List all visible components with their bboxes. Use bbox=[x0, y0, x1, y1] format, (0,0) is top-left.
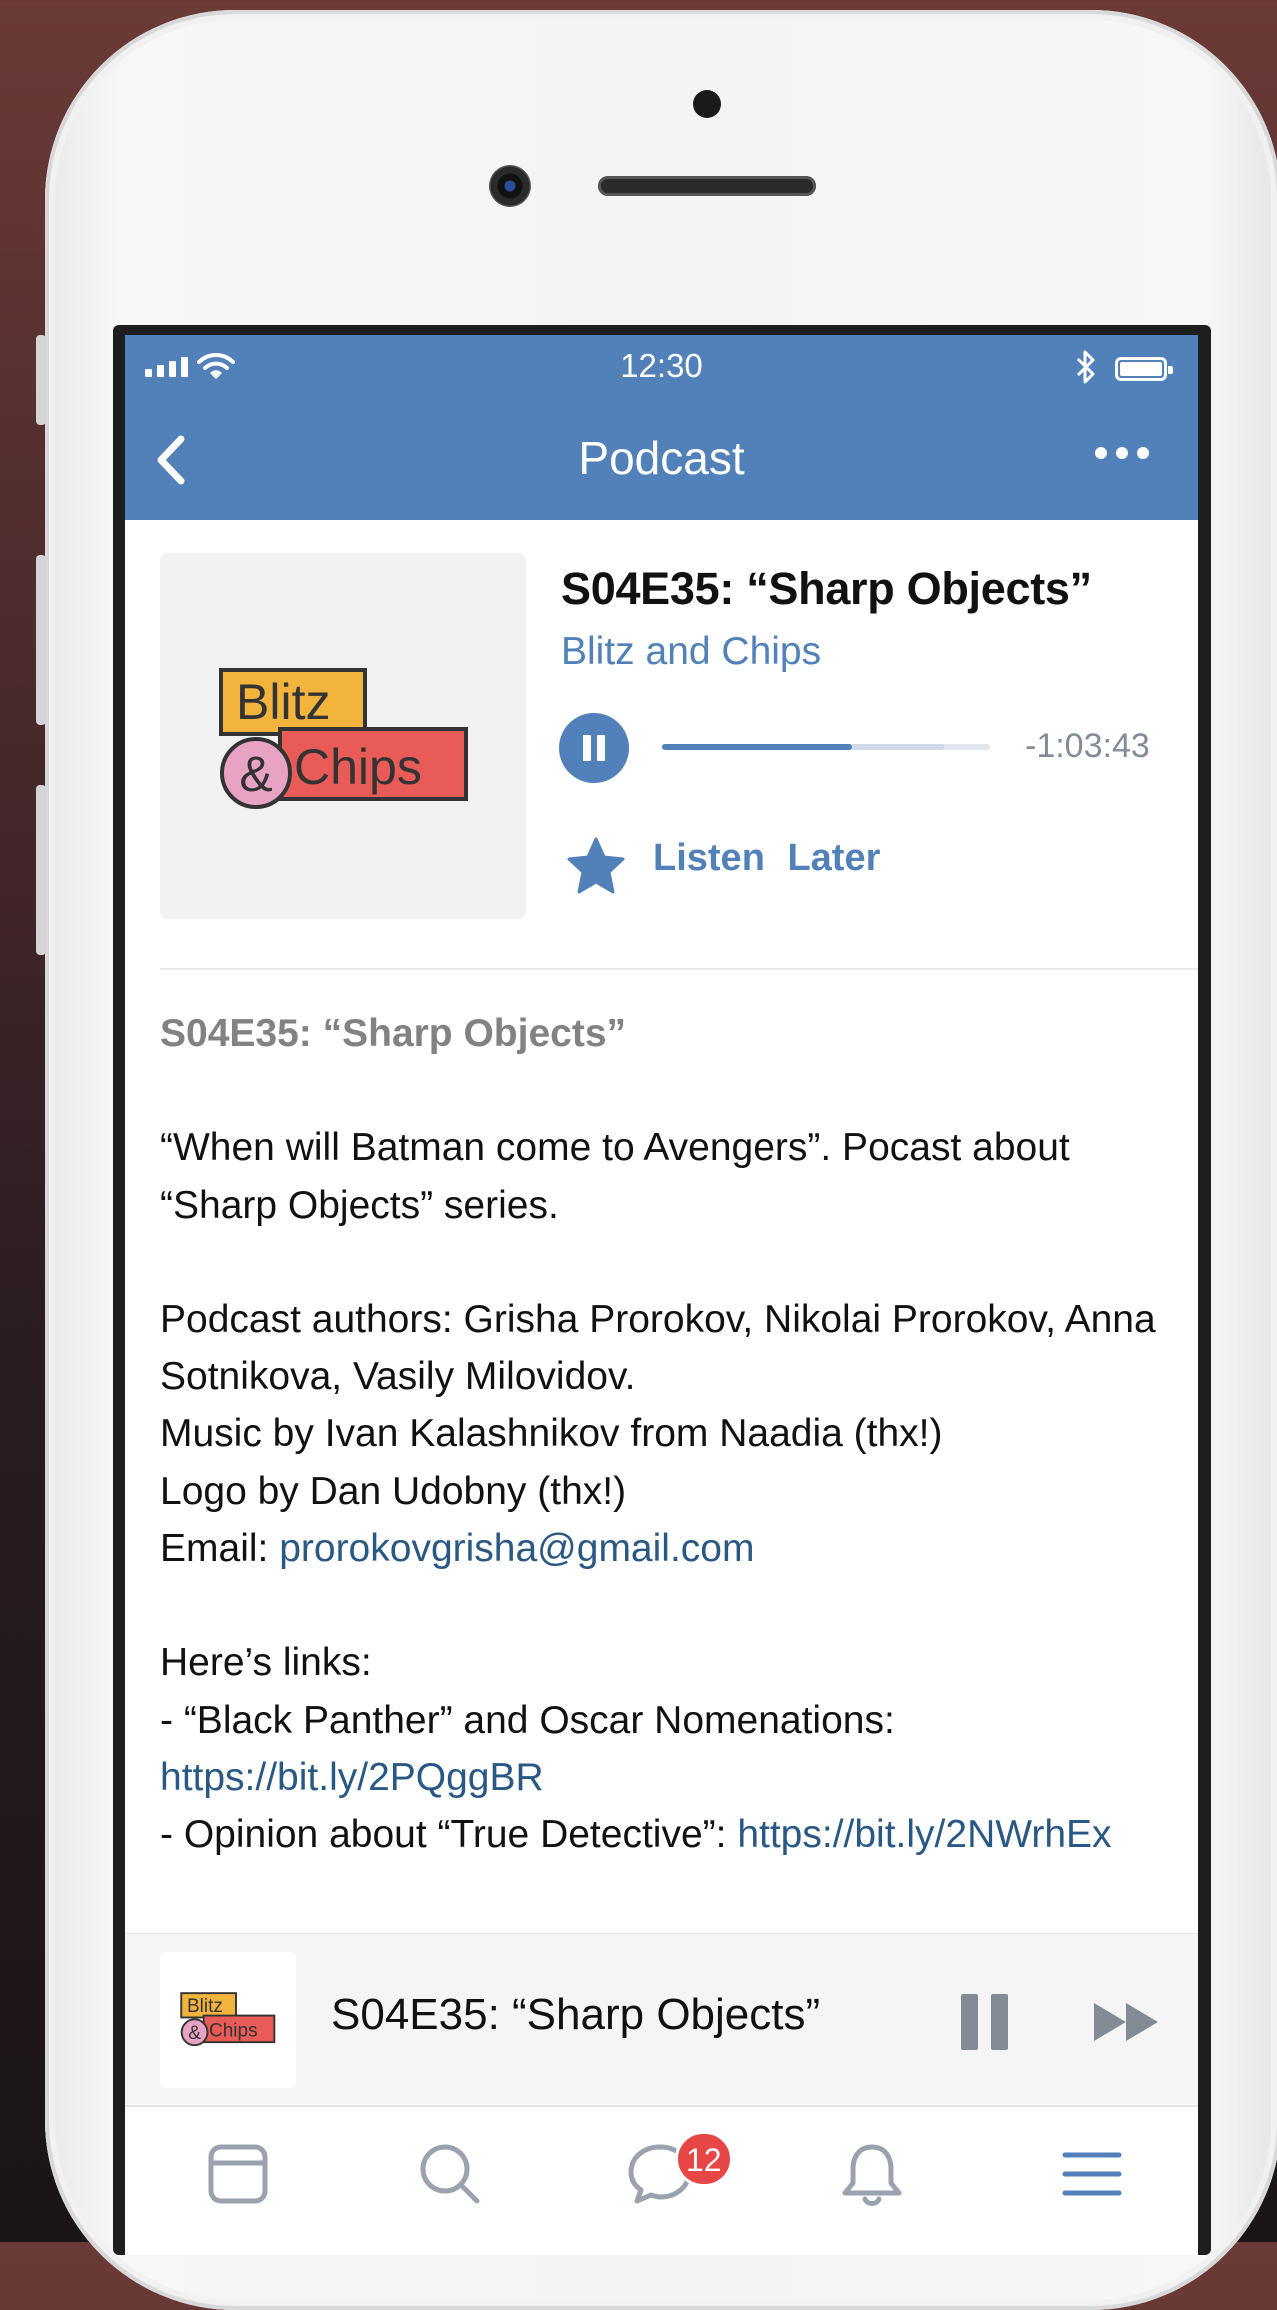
description-logo-credit: Logo by Dan Udobny (thx!) bbox=[160, 1469, 627, 1513]
mini-player[interactable]: Blitz Chips & S04E35: “Sharp Objects” bbox=[125, 1933, 1198, 2104]
description-email-line: Email: prorokovgrisha@gmail.com bbox=[160, 1520, 1180, 1577]
pause-button[interactable] bbox=[559, 713, 629, 783]
blitz-and-chips-logo: Blitz Chips & bbox=[219, 668, 468, 809]
podcast-name-link[interactable]: Blitz and Chips bbox=[561, 630, 821, 674]
link-2-text: - Opinion about “True Detective”: bbox=[160, 1813, 738, 1857]
episode-description: S04E35: “Sharp Objects” “When will Batma… bbox=[160, 1005, 1180, 1864]
mini-pause-icon[interactable] bbox=[961, 1994, 1011, 2050]
volume-down-button bbox=[36, 785, 46, 955]
navigation-bar: Podcast bbox=[125, 395, 1198, 520]
links-intro: Here’s links: bbox=[160, 1641, 372, 1685]
more-options-icon[interactable] bbox=[1095, 447, 1149, 459]
divider bbox=[160, 968, 1198, 970]
svg-text:&: & bbox=[188, 2023, 201, 2044]
description-paragraph: “When will Batman come to Avengers”. Poc… bbox=[160, 1126, 1070, 1227]
tab-bar: 12 bbox=[125, 2105, 1198, 2255]
svg-text:Chips: Chips bbox=[294, 739, 422, 795]
email-label: Email: bbox=[160, 1527, 280, 1571]
mini-blitz-and-chips-logo: Blitz Chips & bbox=[180, 1992, 276, 2047]
link-1-text: - “Black Panther” and Oscar Nomenations: bbox=[160, 1698, 895, 1742]
episode-title: S04E35: “Sharp Objects” bbox=[561, 563, 1092, 614]
app-screen: 12:30 Podcast Blitz Chips & S04E35: “Sha… bbox=[125, 335, 1198, 2255]
svg-text:Blitz: Blitz bbox=[187, 1996, 223, 2017]
link-line-1: - “Black Panther” and Oscar Nomenations:… bbox=[160, 1692, 1180, 1807]
svg-text:Blitz: Blitz bbox=[236, 674, 330, 730]
time-remaining: -1:03:43 bbox=[1025, 727, 1150, 765]
messages-badge: 12 bbox=[675, 2131, 733, 2187]
news-feed-icon[interactable] bbox=[203, 2139, 273, 2209]
mute-switch bbox=[36, 335, 46, 425]
link-line-2: - Opinion about “True Detective”: https:… bbox=[160, 1806, 1180, 1863]
description-music: Music by Ivan Kalashnikov from Naadia (t… bbox=[160, 1412, 943, 1456]
played-progress bbox=[662, 744, 853, 750]
bluetooth-icon bbox=[1076, 350, 1095, 384]
link-1-url[interactable]: https://bit.ly/2PQggBR bbox=[160, 1756, 544, 1799]
page-title: Podcast bbox=[578, 432, 745, 484]
volume-up-button bbox=[36, 555, 46, 725]
fast-forward-icon[interactable] bbox=[1092, 2001, 1162, 2043]
mini-player-cover: Blitz Chips & bbox=[160, 1952, 296, 2088]
front-camera bbox=[489, 165, 531, 207]
earpiece-speaker bbox=[598, 176, 816, 196]
description-heading: S04E35: “Sharp Objects” bbox=[160, 1012, 627, 1055]
playback-progress-bar[interactable] bbox=[662, 744, 990, 750]
star-icon[interactable] bbox=[565, 835, 627, 897]
link-2-url[interactable]: https://bit.ly/2NWrhEx bbox=[737, 1813, 1111, 1856]
description-authors: Podcast authors: Grisha Prorokov, Nikola… bbox=[160, 1297, 1156, 1399]
email-link[interactable]: prorokovgrisha@gmail.com bbox=[279, 1527, 754, 1570]
status-time: 12:30 bbox=[620, 347, 703, 384]
podcast-cover: Blitz Chips & bbox=[160, 553, 526, 919]
mini-player-title: S04E35: “Sharp Objects” bbox=[331, 1990, 821, 2039]
status-bar: 12:30 bbox=[125, 335, 1198, 395]
listen-later-button[interactable]: Listen Later bbox=[653, 837, 880, 880]
proximity-sensor bbox=[693, 90, 721, 118]
svg-text:&: & bbox=[239, 746, 272, 802]
notifications-bell-icon[interactable] bbox=[837, 2139, 907, 2209]
search-icon[interactable] bbox=[415, 2139, 485, 2209]
battery-icon bbox=[1115, 357, 1173, 381]
menu-icon[interactable] bbox=[1057, 2139, 1127, 2209]
svg-text:Chips: Chips bbox=[209, 2020, 258, 2041]
